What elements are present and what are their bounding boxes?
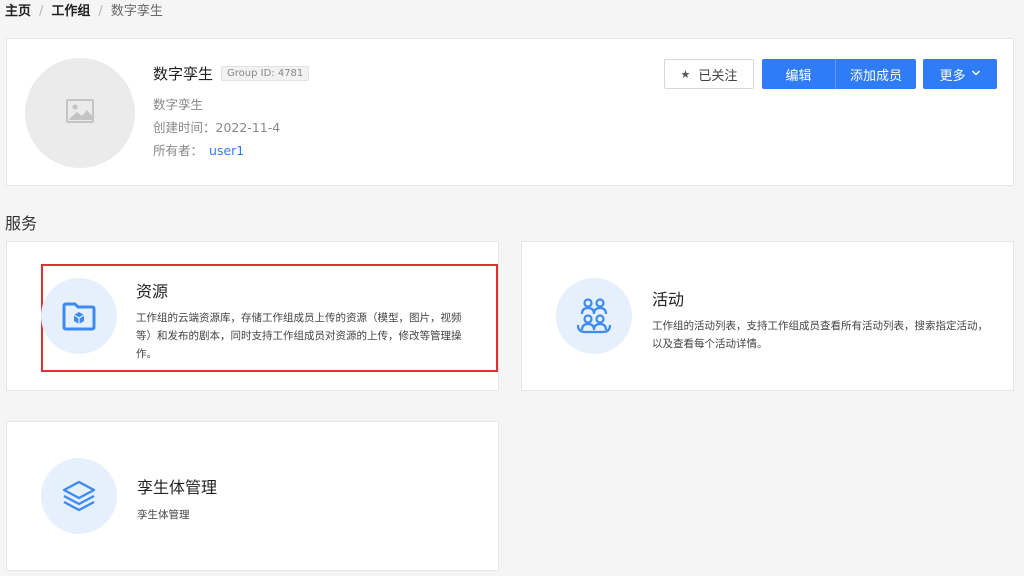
group-id-badge: Group ID: 4781 — [221, 66, 310, 81]
service-title: 孪生体管理 — [137, 478, 218, 497]
group-header-card: 数字孪生 Group ID: 4781 数字孪生 创建时间：2022-11-4 … — [6, 38, 1014, 186]
group-description: 数字孪生 — [153, 97, 204, 112]
service-card-activity[interactable]: 活动 工作组的活动列表，支持工作组成员查看所有活动列表，搜索指定活动，以及查看每… — [521, 241, 1014, 391]
service-description: 工作组的云端资源库，存储工作组成员上传的资源（模型，图片，视频等）和发布的剧本，… — [136, 312, 462, 360]
image-placeholder-icon — [65, 96, 95, 130]
breadcrumb-separator: / — [98, 4, 103, 19]
edit-button[interactable]: 编辑 — [762, 59, 835, 89]
chevron-down-icon — [971, 67, 981, 82]
group-owner: 所有者： user1 — [153, 140, 244, 159]
service-description: 孪生体管理 — [137, 509, 190, 521]
group-avatar — [25, 58, 135, 168]
breadcrumb-home[interactable]: 主页 — [5, 3, 31, 21]
breadcrumb-separator: / — [39, 4, 44, 19]
owner-label: 所有者： — [153, 143, 204, 158]
follow-button-label: 已关注 — [698, 68, 738, 84]
breadcrumb-workgroup[interactable]: 工作组 — [51, 3, 90, 21]
group-created-date: 创建时间：2022-11-4 — [153, 120, 281, 135]
add-member-button[interactable]: 添加成员 — [835, 59, 916, 89]
services-section-title: 服务 — [5, 214, 38, 233]
service-description: 工作组的活动列表，支持工作组成员查看所有活动列表，搜索指定活动，以及查看每个活动… — [652, 320, 988, 350]
owner-link[interactable]: user1 — [209, 143, 244, 158]
more-button[interactable]: 更多 — [923, 59, 997, 89]
group-name: 数字孪生 — [153, 65, 214, 83]
follow-button[interactable]: ★ 已关注 — [664, 59, 754, 89]
service-title: 资源 — [136, 282, 169, 301]
star-icon: ★ — [680, 67, 691, 81]
breadcrumb: 主页 / 工作组 / 数字孪生 — [5, 3, 163, 21]
layers-icon — [41, 458, 117, 534]
people-group-icon — [556, 278, 632, 354]
more-button-label: 更多 — [939, 68, 966, 84]
service-title: 活动 — [652, 290, 685, 309]
group-title-row: 数字孪生 Group ID: 4781 — [153, 63, 310, 84]
service-card-twin-management[interactable]: 孪生体管理 孪生体管理 — [6, 421, 499, 571]
folder-cube-icon — [41, 278, 117, 354]
breadcrumb-current: 数字孪生 — [110, 4, 163, 19]
service-card-resource[interactable]: 资源 工作组的云端资源库，存储工作组成员上传的资源（模型，图片，视频等）和发布的… — [6, 241, 499, 391]
